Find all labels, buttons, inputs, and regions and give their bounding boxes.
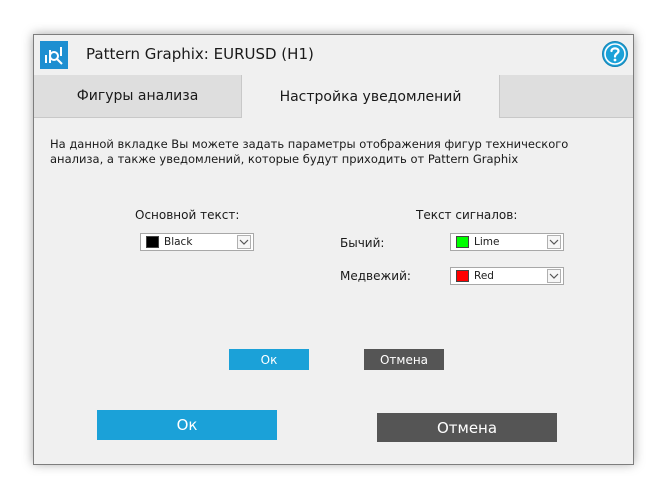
title-bar: Pattern Graphix: EURUSD (H1) [34,35,633,73]
inner-cancel-button[interactable]: Отмена [364,349,444,370]
bullish-color-select[interactable]: Lime [450,233,564,251]
chevron-down-icon[interactable] [237,235,251,249]
chevron-down-icon[interactable] [547,235,561,249]
dialog-window: Pattern Graphix: EURUSD (H1) Фигуры анал… [33,34,634,465]
selected-value: Black [164,236,193,248]
chevron-down-icon[interactable] [547,269,561,283]
bearish-label: Медвежий: [340,269,411,283]
question-circle-icon[interactable] [601,40,629,68]
signal-text-label: Текст сигналов: [416,208,518,222]
window-title: Pattern Graphix: EURUSD (H1) [86,45,314,63]
tab-analysis-figures[interactable]: Фигуры анализа [34,75,242,117]
tab-notification-settings[interactable]: Настройка уведомлений [242,75,500,118]
selected-value: Lime [474,236,500,248]
tab-description: На данной вкладке Вы можете задать парам… [50,137,569,166]
selected-value: Red [474,270,494,282]
main-text-color-select[interactable]: Black [140,233,254,251]
tab-bar: Фигуры анализа Настройка уведомлений [34,75,633,118]
bearish-color-select[interactable]: Red [450,267,564,285]
bullish-label: Бычий: [340,236,385,250]
color-swatch [146,236,159,248]
color-swatch [456,236,469,248]
main-text-label: Основной текст: [135,208,240,222]
ok-button[interactable]: Ок [97,410,277,440]
cancel-button[interactable]: Отмена [377,413,557,442]
color-swatch [456,270,469,282]
inner-ok-button[interactable]: Ок [229,349,309,370]
chart-magnifier-icon [40,41,68,69]
